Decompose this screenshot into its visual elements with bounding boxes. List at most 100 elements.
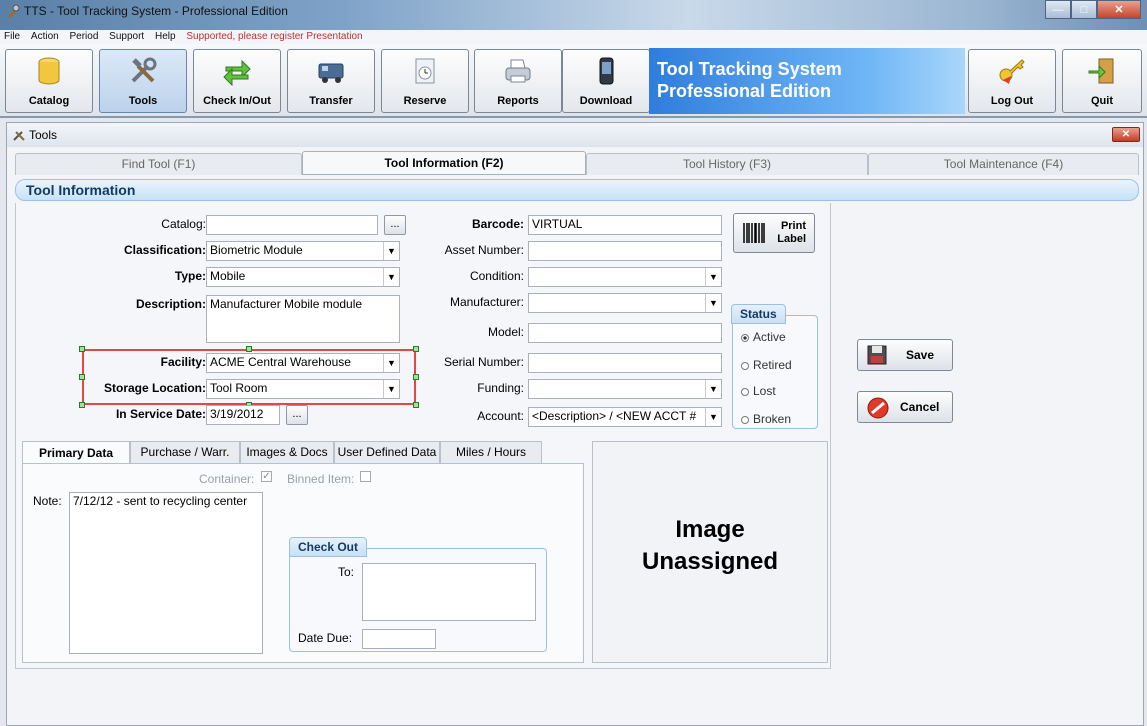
status-active-radio[interactable]: Active	[741, 330, 786, 344]
check-in-out-button[interactable]: Check In/Out	[193, 49, 281, 113]
account-select[interactable]: <Description> / <NEW ACCT # ▼	[528, 407, 722, 427]
save-label: Save	[906, 348, 935, 362]
tab-tool-maintenance[interactable]: Tool Maintenance (F4)	[868, 153, 1139, 175]
chevron-down-icon[interactable]: ▼	[705, 294, 721, 312]
check-in-out-label: Check In/Out	[203, 95, 271, 107]
barcode-field[interactable]: VIRTUAL	[528, 215, 722, 235]
binned-item-label: Binned Item:	[287, 472, 355, 486]
container-label: Container:	[199, 472, 255, 486]
tool-image-area[interactable]: Image Unassigned	[592, 441, 828, 663]
app-icon	[8, 4, 20, 18]
manufacturer-select[interactable]: ▼	[528, 293, 722, 313]
cancel-button[interactable]: Cancel	[857, 391, 953, 423]
close-button[interactable]: ✕	[1097, 0, 1141, 19]
check-out-group: Check Out To: Date Due:	[289, 537, 547, 652]
maximize-button[interactable]: □	[1071, 0, 1097, 19]
resize-handle[interactable]	[413, 374, 419, 380]
brand-banner: Tool Tracking System Professional Editio…	[649, 48, 965, 114]
brand-title: Tool Tracking System	[657, 59, 842, 79]
menu-help[interactable]: Help	[151, 30, 180, 44]
tools-close-button[interactable]: ✕	[1112, 127, 1140, 142]
condition-label: Condition:	[469, 269, 524, 283]
reports-button[interactable]: Reports	[474, 49, 562, 113]
main-toolbar: Catalog Tools Check In/Out Transfer Rese…	[0, 44, 1147, 118]
classification-select[interactable]: Biometric Module ▼	[206, 241, 400, 261]
check-out-to-label: To:	[338, 565, 355, 579]
transfer-button[interactable]: Transfer	[287, 49, 375, 113]
chevron-down-icon[interactable]: ▼	[383, 268, 399, 286]
date-picker-button[interactable]: ...	[286, 405, 308, 425]
in-service-date-field[interactable]: 3/19/2012	[206, 405, 280, 425]
print-label-text-2: Label	[777, 233, 806, 245]
chevron-down-icon[interactable]: ▼	[383, 242, 399, 260]
funding-select[interactable]: ▼	[528, 379, 722, 399]
save-button[interactable]: Save	[857, 339, 953, 371]
chevron-down-icon[interactable]: ▼	[705, 268, 721, 286]
catalog-browse-button[interactable]: ...	[384, 215, 406, 235]
subtab-miles-hours[interactable]: Miles / Hours	[440, 441, 542, 463]
status-retired-radio[interactable]: Retired	[741, 358, 792, 372]
menu-action[interactable]: Action	[27, 30, 63, 44]
chevron-down-icon[interactable]: ▼	[383, 380, 399, 398]
menu-support[interactable]: Support	[105, 30, 148, 44]
type-select[interactable]: Mobile ▼	[206, 267, 400, 287]
description-field[interactable]: Manufacturer Mobile module	[206, 295, 400, 343]
facility-select[interactable]: ACME Central Warehouse ▼	[206, 353, 400, 373]
resize-handle[interactable]	[79, 374, 85, 380]
menu-bar: File Action Period Support Help Supporte…	[0, 30, 1147, 44]
date-due-field[interactable]	[362, 629, 436, 649]
window-title-bar: TTS - Tool Tracking System - Professiona…	[0, 0, 1147, 30]
facility-label: Facility:	[160, 355, 206, 369]
image-placeholder-line-1: Image	[675, 516, 745, 543]
database-icon	[38, 57, 60, 85]
resize-handle[interactable]	[79, 346, 85, 352]
note-field[interactable]: 7/12/12 - sent to recycling center	[69, 492, 263, 654]
manufacturer-label: Manufacturer:	[449, 295, 524, 309]
catalog-field[interactable]	[206, 215, 378, 235]
subtab-primary-data[interactable]: Primary Data	[22, 441, 130, 463]
brand-subtitle: Professional Edition	[657, 81, 832, 101]
chevron-down-icon[interactable]: ▼	[383, 354, 399, 372]
download-label: Download	[579, 95, 633, 107]
catalog-button[interactable]: Catalog	[5, 49, 93, 113]
quit-button[interactable]: Quit	[1062, 49, 1142, 113]
binned-item-checkbox[interactable]	[360, 471, 371, 482]
minimize-button[interactable]: —	[1045, 0, 1071, 19]
tools-button[interactable]: Tools	[99, 49, 187, 113]
subtab-user-defined-data[interactable]: User Defined Data	[334, 441, 440, 463]
subtab-purchase-warranty[interactable]: Purchase / Warr.	[130, 441, 240, 463]
status-broken-radio[interactable]: Broken	[741, 412, 791, 426]
tab-tool-history[interactable]: Tool History (F3)	[586, 153, 868, 175]
classification-label: Classification:	[123, 243, 206, 257]
tab-tool-information[interactable]: Tool Information (F2)	[302, 151, 586, 175]
storage-location-label: Storage Location:	[103, 381, 206, 395]
subtab-images-docs[interactable]: Images & Docs	[240, 441, 334, 463]
serial-number-field[interactable]	[528, 353, 722, 373]
resize-handle[interactable]	[79, 402, 85, 408]
log-out-label: Log Out	[990, 95, 1034, 107]
reserve-button[interactable]: Reserve	[381, 49, 469, 113]
storage-location-value: Tool Room	[210, 381, 268, 395]
container-checkbox[interactable]: ✓	[261, 471, 272, 482]
asset-number-field[interactable]	[528, 241, 722, 261]
tools-window-title-bar: Tools ✕	[7, 123, 1143, 147]
status-lost-radio[interactable]: Lost	[741, 384, 776, 398]
log-out-button[interactable]: Log Out	[968, 49, 1056, 113]
check-out-to-field[interactable]	[362, 563, 536, 621]
chevron-down-icon[interactable]: ▼	[705, 380, 721, 398]
storage-location-select[interactable]: Tool Room ▼	[206, 379, 400, 399]
menu-period[interactable]: Period	[65, 30, 102, 44]
model-field[interactable]	[528, 323, 722, 343]
chevron-down-icon[interactable]: ▼	[705, 408, 721, 426]
resize-handle[interactable]	[413, 402, 419, 408]
transfer-label: Transfer	[309, 95, 353, 107]
condition-select[interactable]: ▼	[528, 267, 722, 287]
catalog-label: Catalog:	[161, 217, 206, 231]
tab-find-tool[interactable]: Find Tool (F1)	[15, 153, 302, 175]
status-group: Status Active Retired Lost Broken	[731, 304, 818, 429]
download-button[interactable]: Download	[562, 49, 650, 113]
print-label-button[interactable]: Print Label	[733, 213, 815, 253]
resize-handle[interactable]	[413, 346, 419, 352]
resize-handle[interactable]	[246, 346, 252, 352]
menu-file[interactable]: File	[0, 30, 24, 44]
